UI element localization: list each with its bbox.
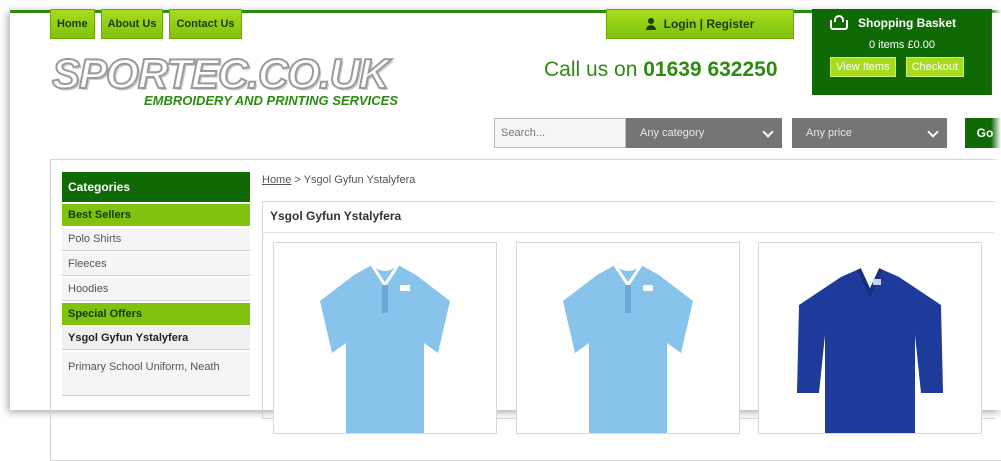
shopping-basket: Shopping Basket 0 items £0.00 View Items… — [812, 9, 992, 95]
edge-fade — [991, 0, 1001, 407]
login-register-label: Login | Register — [663, 17, 755, 31]
login-register-button[interactable]: Login | Register — [606, 9, 794, 39]
product-card[interactable] — [758, 242, 982, 434]
product-card[interactable] — [273, 242, 497, 434]
polo-shirt-image — [563, 264, 693, 433]
title-divider — [262, 232, 994, 233]
sidebar-item-special-offers[interactable]: Special Offers — [62, 303, 250, 325]
search-row: Search... Any category Any price Go — [494, 118, 1001, 148]
sidebar-item-primary-school[interactable]: Primary School Uniform, Neath — [62, 352, 250, 396]
breadcrumb-current: Ysgol Gyfun Ystalyfera — [303, 174, 416, 186]
basket-icon — [828, 15, 850, 31]
categories-heading: Categories — [62, 172, 250, 202]
chevron-down-icon — [762, 125, 774, 138]
price-select[interactable]: Any price — [792, 118, 947, 148]
basket-title: Shopping Basket — [858, 16, 957, 30]
sidebar-item-ysgol-gyfun[interactable]: Ysgol Gyfun Ystalyfera — [62, 327, 250, 350]
page-title: Ysgol Gyfun Ystalyfera — [270, 209, 402, 223]
breadcrumb-separator: > — [291, 174, 304, 186]
polo-shirt-image — [320, 264, 450, 433]
nav-contact-button[interactable]: Contact Us — [169, 9, 242, 39]
phone-number: Call us on 01639 632250 — [544, 58, 778, 82]
breadcrumb: Home > Ysgol Gyfun Ystalyfera — [262, 174, 415, 186]
sidebar-item-polo-shirts[interactable]: Polo Shirts — [62, 228, 250, 251]
sidebar-item-hoodies[interactable]: Hoodies — [62, 278, 250, 301]
category-sidebar: Categories Best Sellers Polo Shirts Flee… — [62, 172, 250, 396]
nav-home-button[interactable]: Home — [50, 9, 95, 39]
search-input[interactable]: Search... — [494, 118, 626, 148]
chevron-down-icon — [927, 125, 939, 138]
category-select[interactable]: Any category — [626, 118, 782, 148]
breadcrumb-home-link[interactable]: Home — [262, 174, 291, 186]
top-nav: Home About Us Contact Us — [50, 9, 242, 39]
basket-count: 0 items £0.00 — [868, 39, 936, 51]
sidebar-item-best-sellers[interactable]: Best Sellers — [62, 204, 250, 226]
category-select-value: Any category — [640, 127, 705, 139]
view-items-button[interactable]: View Items — [830, 57, 896, 77]
price-select-value: Any price — [806, 127, 852, 139]
phone-prefix: Call us on — [544, 58, 644, 81]
site-logo[interactable]: SPORTEC.CO.UK — [51, 49, 390, 98]
phone-digits: 01639 632250 — [643, 58, 778, 81]
v-neck-jumper-image — [797, 268, 943, 433]
sidebar-item-fleeces[interactable]: Fleeces — [62, 253, 250, 276]
site-tagline: EMBROIDERY AND PRINTING SERVICES — [144, 93, 399, 108]
nav-about-button[interactable]: About Us — [100, 9, 164, 39]
checkout-button[interactable]: Checkout — [905, 57, 965, 77]
product-card[interactable] — [516, 242, 740, 434]
user-icon — [645, 18, 656, 30]
